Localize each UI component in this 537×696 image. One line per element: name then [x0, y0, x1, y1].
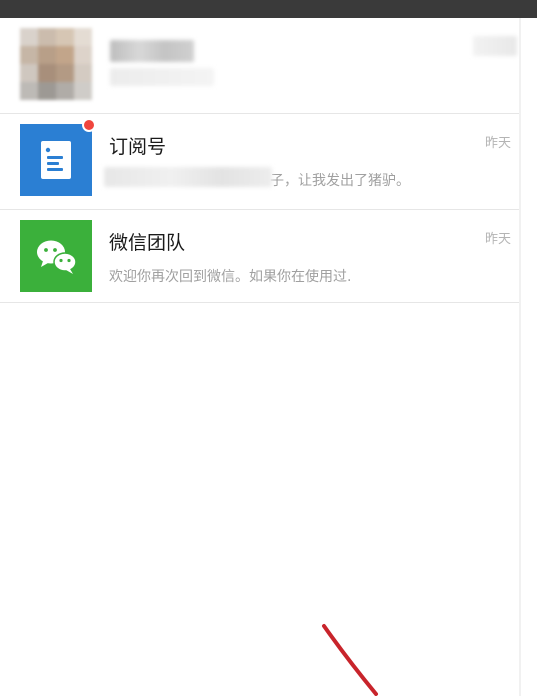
wechat-team-avatar — [20, 220, 92, 292]
chat-name: 订阅号 — [109, 136, 167, 158]
chat-list: 订阅号 子，让我发出了猪驴。 昨天 微信团队 欢迎你再次回到微信。如果你在使用过… — [0, 18, 519, 303]
chat-item-contact[interactable] — [0, 18, 519, 114]
chat-name: 微信团队 — [109, 232, 186, 254]
redacted-contact-name — [110, 40, 194, 62]
chat-time: 昨天 — [484, 232, 511, 247]
chat-item-wechat-team[interactable]: 微信团队 欢迎你再次回到微信。如果你在使用过. 昨天 — [0, 210, 519, 303]
annotation-arrow-icon — [322, 624, 378, 696]
subscription-avatar — [20, 124, 92, 196]
chat-item-subscriptions[interactable]: 订阅号 子，让我发出了猪驴。 昨天 — [0, 114, 519, 210]
blurred-avatar-image — [20, 28, 92, 100]
redacted-contact-time — [473, 36, 517, 56]
contact-avatar — [20, 28, 92, 100]
scroll-edge — [519, 18, 521, 696]
unread-badge-dot — [82, 118, 96, 132]
chats-screen: 订阅号 子，让我发出了猪驴。 昨天 微信团队 欢迎你再次回到微信。如果你在使用过… — [0, 0, 537, 696]
wechat-logo-icon — [37, 240, 77, 274]
subscription-article-icon — [41, 141, 71, 179]
chat-preview: 欢迎你再次回到微信。如果你在使用过. — [109, 269, 352, 285]
top-bar — [0, 0, 537, 18]
redacted-contact-preview — [110, 68, 214, 86]
chat-time: 昨天 — [484, 136, 511, 151]
redacted-preview-text — [104, 167, 272, 187]
chat-preview: 子，让我发出了猪驴。 — [270, 173, 410, 189]
